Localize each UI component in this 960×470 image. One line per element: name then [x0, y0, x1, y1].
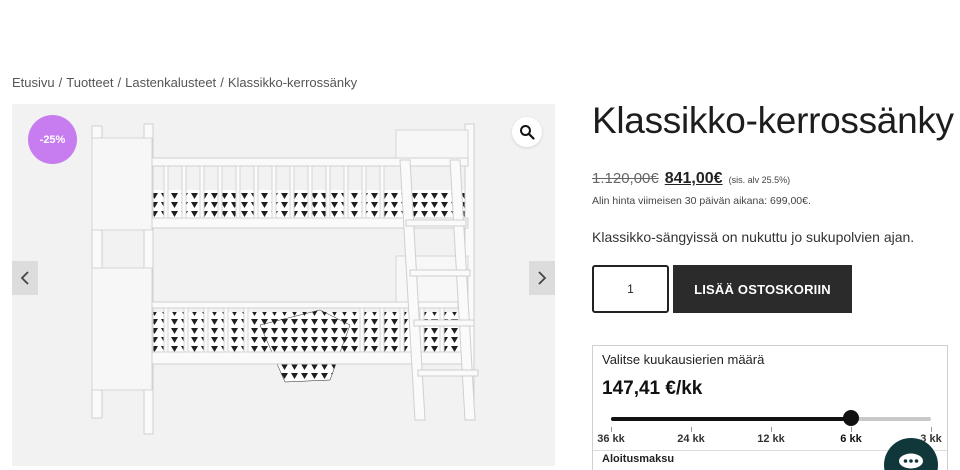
- lowest-price-note: Alin hinta viimeisen 30 päivän aikana: 6…: [592, 195, 811, 207]
- sale-badge: -25%: [28, 115, 77, 164]
- add-to-cart-button[interactable]: LISÄÄ OSTOSKORIIN: [673, 265, 852, 313]
- chat-icon: [899, 453, 923, 469]
- search-icon: [520, 125, 535, 140]
- slider-thumb[interactable]: [843, 410, 859, 426]
- monthly-amount: 147,41 €/kk: [602, 378, 703, 399]
- installment-slider[interactable]: [611, 410, 931, 426]
- vat-note: (sis. alv 25.5%): [728, 175, 791, 185]
- gallery-prev-button[interactable]: [12, 261, 38, 295]
- installment-option[interactable]: 24 kk: [677, 433, 705, 445]
- installment-option[interactable]: 12 kk: [757, 433, 785, 445]
- price-row: 1.120,00€ 841,00€ (sis. alv 25.5%): [592, 170, 790, 188]
- old-price: 1.120,00€: [592, 170, 659, 187]
- quantity-input[interactable]: 1: [592, 265, 669, 313]
- slider-tick: [611, 427, 612, 432]
- slider-tick: [691, 427, 692, 432]
- slider-tick: [771, 427, 772, 432]
- product-description: Klassikko-sängyissä on nukuttu jo sukupo…: [592, 229, 915, 245]
- product-title: Klassikko-kerrossänky: [592, 100, 954, 141]
- bunk-bed-image: [91, 123, 479, 435]
- breadcrumb-separator: /: [220, 75, 224, 90]
- installment-option[interactable]: 6 kk: [840, 433, 861, 445]
- slider-fill: [611, 417, 851, 421]
- breadcrumb-current: Klassikko-kerrossänky: [227, 75, 358, 90]
- breadcrumb-childrens-furniture[interactable]: Lastenkalusteet: [125, 75, 216, 90]
- product-gallery[interactable]: -25%: [12, 104, 555, 466]
- sale-price: 841,00€: [664, 170, 723, 187]
- chevron-left-icon: [20, 271, 29, 285]
- installment-option[interactable]: 36 kk: [597, 433, 625, 445]
- breadcrumb-separator: /: [117, 75, 122, 90]
- initial-fee-label: Aloitusmaksu: [602, 453, 675, 465]
- chevron-right-icon: [538, 271, 547, 285]
- zoom-button[interactable]: [512, 117, 542, 147]
- breadcrumb-products[interactable]: Tuotteet: [66, 75, 113, 90]
- breadcrumb: Etusivu / Tuotteet / Lastenkalusteet / Klassik…: [12, 75, 357, 90]
- breadcrumb-home[interactable]: Etusivu: [12, 75, 55, 90]
- slider-tick: [851, 427, 852, 432]
- financing-title: Valitse kuukausierien määrä: [602, 352, 765, 367]
- gallery-next-button[interactable]: [529, 261, 555, 295]
- slider-tick: [931, 427, 932, 432]
- breadcrumb-separator: /: [58, 75, 63, 90]
